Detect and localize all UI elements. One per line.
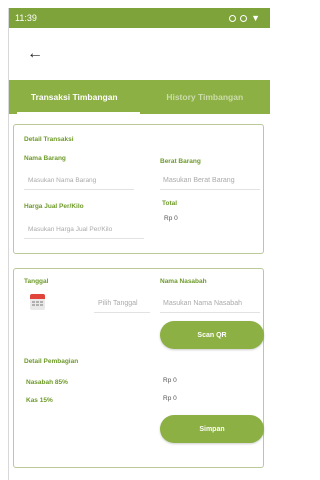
detail-transaksi-card: Detail Transaksi Nama Barang Masukan Nam… — [13, 124, 264, 254]
status-bar: 11:39 ▼ — [9, 8, 270, 28]
tanggal-picker[interactable]: Pilih Tanggal — [98, 300, 138, 307]
nama-nasabah-underline — [160, 312, 260, 313]
scan-qr-button[interactable]: Scan QR — [160, 321, 264, 349]
harga-jual-input[interactable]: Masukan Harga Jual Per/Kilo — [28, 226, 112, 233]
berat-barang-input[interactable]: Masukan Berat Barang — [163, 177, 235, 184]
kas-label: Kas 15% — [26, 397, 53, 404]
berat-barang-underline — [160, 189, 260, 190]
berat-barang-label: Berat Barang — [160, 158, 201, 165]
tab-history-timbangan[interactable]: History Timbangan — [140, 80, 271, 114]
status-icons: ▼ — [229, 12, 260, 23]
status-time: 11:39 — [15, 13, 37, 23]
nama-barang-label: Nama Barang — [24, 155, 66, 162]
total-label: Total — [162, 200, 178, 207]
tanggal-underline — [94, 312, 150, 313]
calendar-icon[interactable] — [30, 294, 45, 310]
back-arrow-icon[interactable]: ← — [27, 46, 43, 62]
wifi-icon: ▼ — [251, 12, 260, 23]
detail-pembagian-title: Detail Pembagian — [24, 358, 79, 365]
alarm-icon — [240, 14, 248, 22]
section-title-detail-transaksi: Detail Transaksi — [24, 136, 74, 143]
tanggal-label: Tanggal — [24, 278, 49, 285]
detail-nasabah-card: Tanggal Pilih Tanggal Nama Nasabah Masuk… — [13, 268, 264, 468]
harga-jual-underline — [24, 238, 144, 239]
tab-transaksi-timbangan[interactable]: Transaksi Timbangan — [9, 80, 140, 114]
main-content: Detail Transaksi Nama Barang Masukan Nam… — [9, 114, 270, 468]
nasabah-share-value: Rp 0 — [163, 377, 177, 384]
nama-nasabah-label: Nama Nasabah — [160, 278, 207, 285]
simpan-button[interactable]: Simpan — [160, 415, 264, 443]
nama-barang-input[interactable]: Masukan Nama Barang — [28, 177, 96, 184]
nama-barang-underline — [24, 189, 134, 190]
kas-value: Rp 0 — [163, 395, 177, 402]
nasabah-share-label: Nasabah 85% — [26, 379, 68, 386]
tab-label: History Timbangan — [166, 92, 244, 102]
sync-icon — [229, 14, 237, 22]
tab-label: Transaksi Timbangan — [30, 92, 118, 102]
nama-nasabah-input[interactable]: Masukan Nama Nasabah — [163, 300, 242, 307]
total-value: Rp 0 — [164, 215, 178, 222]
app-bar: ← — [9, 28, 270, 80]
harga-jual-label: Harga Jual Per/Kilo — [24, 203, 84, 210]
app-screen: 11:39 ▼ ← Transaksi Timbangan History Ti… — [8, 8, 270, 480]
tab-bar: Transaksi Timbangan History Timbangan — [9, 80, 270, 114]
